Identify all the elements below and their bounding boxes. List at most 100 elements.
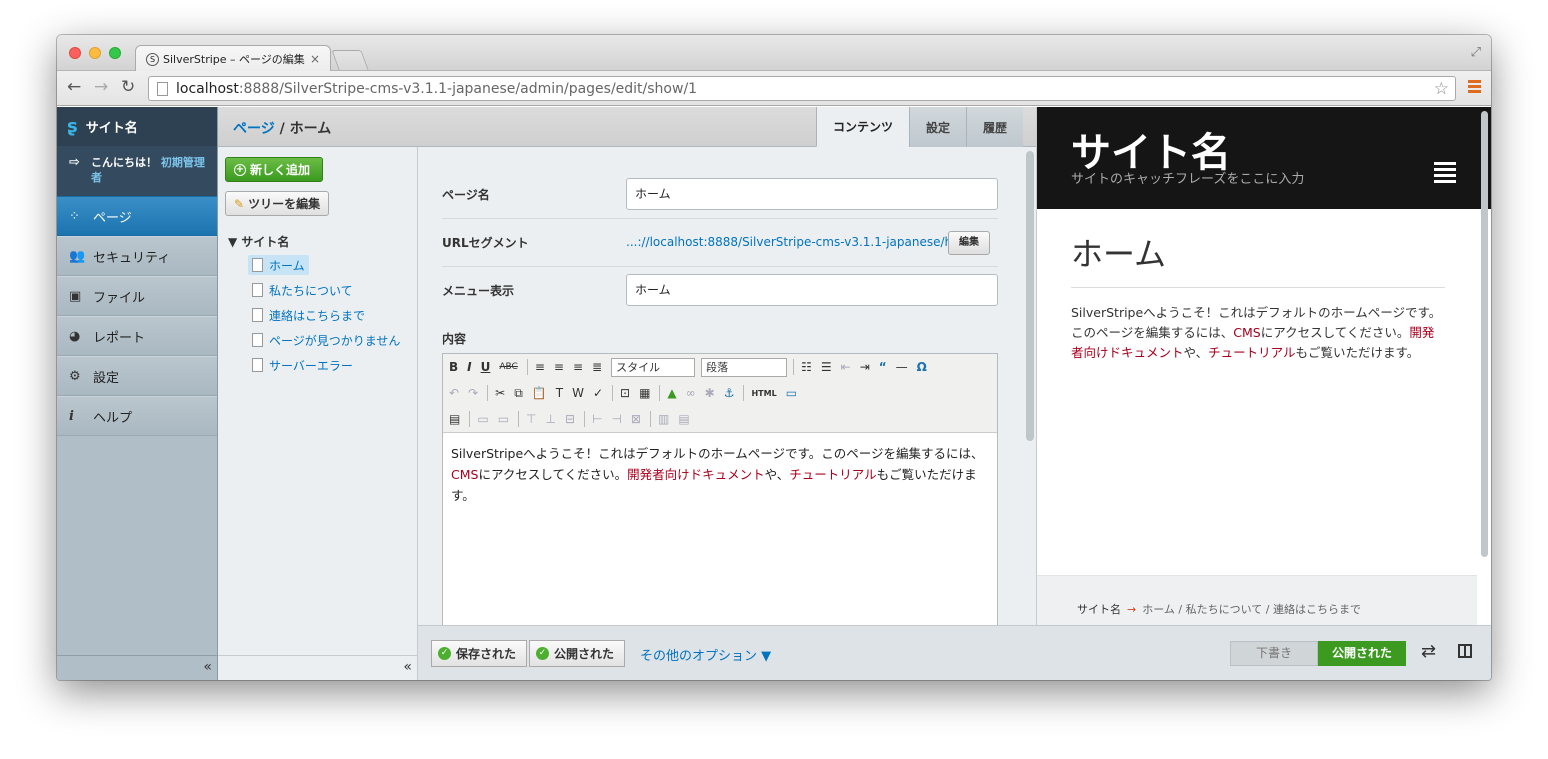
- bookmark-star-icon[interactable]: ☆: [1434, 79, 1449, 99]
- fullscreen-icon[interactable]: ⤢: [1471, 45, 1481, 60]
- outdent-icon[interactable]: ⇤: [841, 360, 851, 374]
- back-icon[interactable]: ←: [67, 77, 81, 97]
- tree-node-not-found[interactable]: ページが見つかりません: [248, 330, 404, 350]
- align-right-icon[interactable]: ≡: [573, 360, 583, 374]
- blockquote-icon[interactable]: “: [879, 360, 887, 374]
- add-new-button[interactable]: + 新しく追加: [225, 157, 324, 182]
- cell-props-icon[interactable]: ▭: [498, 412, 509, 426]
- preview-cms-link[interactable]: CMS: [1233, 325, 1260, 340]
- menu-item-settings[interactable]: ⚙ 設定: [57, 356, 217, 396]
- browser-tab[interactable]: S SilverStripe – ページの編集 ×: [135, 45, 331, 72]
- horizontal-rule-icon[interactable]: —: [896, 360, 908, 374]
- visual-aid-icon[interactable]: ▦: [639, 386, 650, 400]
- bullet-list-icon[interactable]: ☷: [801, 360, 812, 374]
- breadcrumb-pages-link[interactable]: ページ: [233, 121, 275, 137]
- col-after-icon[interactable]: ⊣: [611, 412, 621, 426]
- special-char-icon[interactable]: Ω: [917, 360, 927, 374]
- tab-close-icon[interactable]: ×: [310, 52, 320, 66]
- bold-icon[interactable]: B: [449, 360, 458, 374]
- fullscreen-editor-icon[interactable]: ▭: [786, 386, 797, 400]
- more-options-button[interactable]: その他のオプション ▼: [640, 645, 771, 664]
- close-window-button[interactable]: [69, 47, 81, 59]
- copy-icon[interactable]: ⧉: [514, 386, 523, 401]
- publish-button[interactable]: ✓ 公開された: [529, 640, 626, 667]
- url-edit-button[interactable]: 編集: [948, 231, 990, 255]
- format-select[interactable]: 段落: [701, 357, 788, 377]
- cms-logo[interactable]: ʂ サイト名: [57, 107, 217, 146]
- tab-settings[interactable]: 設定: [908, 107, 966, 147]
- url-input[interactable]: localhost:8888/SilverStripe-cms-v3.1.1-j…: [148, 76, 1456, 101]
- logout-icon[interactable]: ⇨: [69, 155, 80, 170]
- menu-item-security[interactable]: 👥 セキュリティ: [57, 236, 217, 276]
- col-before-icon[interactable]: ⊢: [592, 412, 602, 426]
- strikethrough-icon[interactable]: ABC: [499, 362, 517, 372]
- form-scrollbar[interactable]: [1026, 151, 1034, 441]
- paste-icon[interactable]: 📋: [532, 386, 547, 400]
- tab-history[interactable]: 履歴: [965, 107, 1023, 147]
- content-tutorial-link[interactable]: チュートリアル: [789, 467, 876, 482]
- edit-tree-button[interactable]: ✎ ツリーを編集: [225, 191, 330, 216]
- row-after-icon[interactable]: ⊥: [545, 412, 555, 426]
- content-cms-link[interactable]: CMS: [451, 467, 478, 482]
- preview-scrollbar[interactable]: [1481, 111, 1488, 557]
- spellcheck-icon[interactable]: ✓: [593, 386, 603, 400]
- split-cells-icon[interactable]: ▥: [658, 412, 669, 426]
- delete-col-icon[interactable]: ⊠: [631, 412, 641, 426]
- italic-icon[interactable]: I: [467, 360, 471, 374]
- footer-links[interactable]: ホーム / 私たちについて / 連絡はこちらまで: [1142, 603, 1361, 616]
- new-tab-button[interactable]: [331, 50, 369, 70]
- paste-text-icon[interactable]: T: [556, 386, 563, 400]
- editor-content[interactable]: SilverStripeへようこそ！これはデフォルトのホームページです。このペー…: [443, 432, 997, 516]
- menu-item-pages[interactable]: ⁘ ページ: [57, 196, 217, 236]
- align-left-icon[interactable]: ≡: [535, 360, 545, 374]
- preview-tutorial-link[interactable]: チュートリアル: [1208, 345, 1295, 360]
- forward-icon[interactable]: →: [94, 77, 108, 97]
- insert-table-icon[interactable]: ▤: [449, 412, 460, 426]
- insert-image-icon[interactable]: ▲: [667, 386, 676, 400]
- footer-site-name[interactable]: サイト名: [1077, 603, 1121, 616]
- undo-icon[interactable]: ↶: [449, 386, 459, 400]
- menu-collapse-button[interactable]: «: [57, 655, 218, 680]
- align-justify-icon[interactable]: ≣: [592, 360, 602, 374]
- insert-link-icon[interactable]: ∞: [686, 386, 696, 400]
- merge-cells-icon[interactable]: ▤: [678, 412, 689, 426]
- tab-content[interactable]: コンテンツ: [815, 107, 909, 147]
- anchor-icon[interactable]: ⚓: [724, 386, 735, 400]
- menu-title-input[interactable]: ホーム: [626, 274, 998, 306]
- tree-node-about[interactable]: 私たちについて: [248, 280, 357, 300]
- paste-word-icon[interactable]: W: [572, 386, 584, 400]
- hamburger-menu-icon[interactable]: [1434, 162, 1456, 186]
- menu-item-files[interactable]: ▣ ファイル: [57, 276, 217, 316]
- content-docs-link[interactable]: 開発者向けドキュメント: [627, 467, 765, 482]
- url-segment-value[interactable]: ...://localhost:8888/SilverStripe-cms-v3…: [626, 235, 979, 249]
- unlink-icon[interactable]: ✱: [705, 386, 715, 400]
- zoom-window-button[interactable]: [109, 47, 121, 59]
- menu-item-reports[interactable]: ◕ レポート: [57, 316, 217, 356]
- page-name-input[interactable]: ホーム: [626, 178, 998, 210]
- indent-icon[interactable]: ⇥: [860, 360, 870, 374]
- menu-item-help[interactable]: i ヘルプ: [57, 396, 217, 436]
- tree-node-server-error[interactable]: サーバーエラー: [248, 355, 357, 375]
- tree-collapse-button[interactable]: «: [218, 655, 418, 680]
- split-view-icon[interactable]: [1458, 644, 1472, 658]
- style-select[interactable]: スタイル: [611, 357, 696, 377]
- reload-icon[interactable]: ↻: [121, 77, 135, 97]
- row-props-icon[interactable]: ▭: [477, 412, 488, 426]
- browser-menu-icon[interactable]: [1468, 80, 1481, 95]
- html-source-icon[interactable]: HTML: [751, 389, 776, 398]
- tree-root[interactable]: ▼ サイト名: [228, 233, 289, 250]
- preview-draft-toggle[interactable]: 下書き: [1230, 641, 1318, 666]
- row-before-icon[interactable]: ⊤: [526, 412, 536, 426]
- redo-icon[interactable]: ↷: [468, 386, 478, 400]
- select-all-icon[interactable]: ⊡: [620, 386, 630, 400]
- cut-icon[interactable]: ✂: [495, 386, 505, 400]
- save-button[interactable]: ✓ 保存された: [431, 640, 528, 667]
- minimize-window-button[interactable]: [89, 47, 101, 59]
- numbered-list-icon[interactable]: ☰: [821, 360, 832, 374]
- align-center-icon[interactable]: ≡: [554, 360, 564, 374]
- tree-node-home[interactable]: ホーム: [248, 255, 309, 275]
- preview-live-toggle[interactable]: 公開された: [1318, 641, 1406, 666]
- swap-arrows-icon[interactable]: ⇄: [1421, 641, 1436, 662]
- delete-row-icon[interactable]: ⊟: [565, 412, 575, 426]
- tree-node-contact[interactable]: 連絡はこちらまで: [248, 305, 369, 325]
